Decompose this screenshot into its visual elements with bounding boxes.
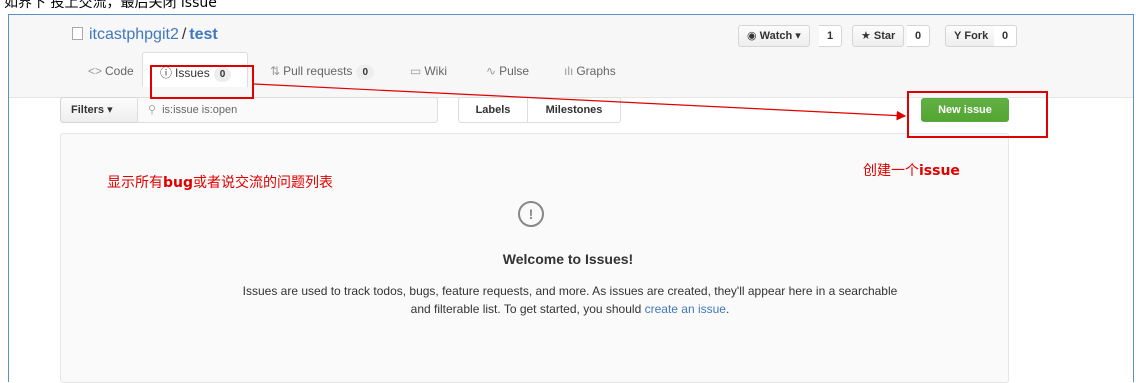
annotation-arrow — [253, 83, 907, 121]
